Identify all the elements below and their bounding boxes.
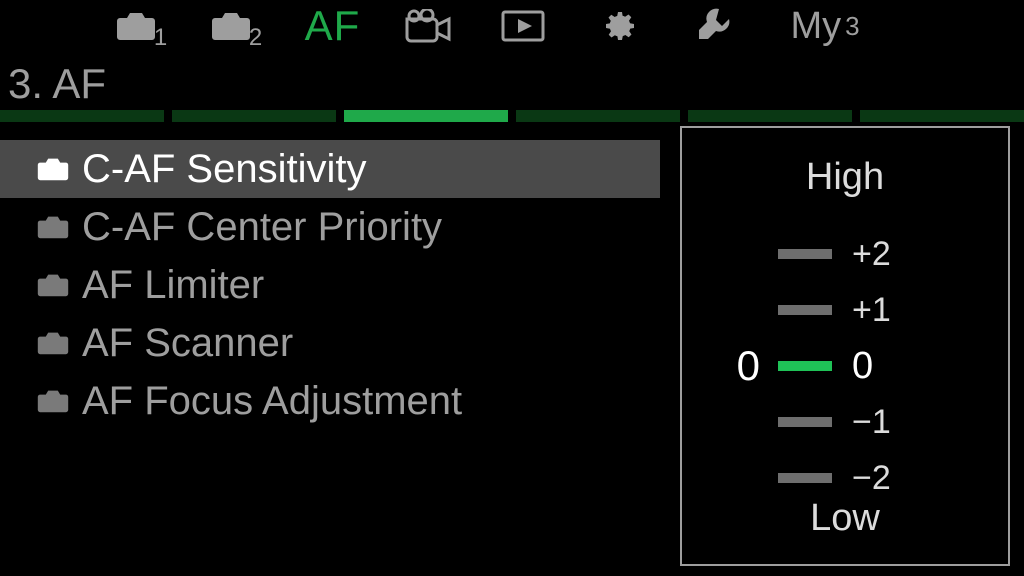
menu-item-label: AF Limiter [82,263,264,308]
menu-item-label: AF Scanner [82,321,293,366]
menu-item-af-scanner[interactable]: AF Scanner [0,314,660,372]
camera-icon [34,389,72,413]
menu-item-af-focus-adjustment[interactable]: AF Focus Adjustment [0,372,660,430]
wrench-icon [696,6,730,46]
scale-tick [778,361,832,371]
tab-video[interactable] [380,0,475,52]
scale-high-label: High [682,156,1008,199]
scale-tick [778,417,832,427]
tab-camera-1[interactable]: 1 [95,0,190,52]
playback-icon [501,10,545,42]
tab-my-index: 3 [845,11,859,42]
menu-item-caf-sensitivity[interactable]: C-AF Sensitivity [0,140,660,198]
value-panel: High +2 +1 00 −1 −2 Low [680,126,1010,566]
scale-low-label: Low [682,497,1008,540]
tab-camera-2[interactable]: 2 [190,0,285,52]
strip-segment[interactable] [0,110,164,122]
tab-camera-1-index: 1 [154,24,167,52]
tab-af[interactable]: AF [285,0,380,52]
scale-row[interactable]: −1 [682,394,1008,450]
strip-segment[interactable] [344,110,508,122]
scale-value: +1 [832,291,1008,330]
current-value: 0 [682,342,778,390]
camera-icon [34,157,72,181]
scale-row[interactable]: +2 [682,226,1008,282]
tab-camera-2-index: 2 [249,24,262,52]
menu-item-label: C-AF Center Priority [82,205,442,250]
tab-playback[interactable] [475,0,570,52]
tab-my-menu[interactable]: My3 [760,0,890,52]
scale-row[interactable]: 00 [682,338,1008,394]
tab-tools[interactable] [665,0,760,52]
menu-item-label: C-AF Sensitivity [82,147,367,192]
sensitivity-scale[interactable]: +2 +1 00 −1 −2 [682,226,1008,506]
menu-item-caf-center-priority[interactable]: C-AF Center Priority [0,198,660,256]
scale-value: −2 [832,459,1008,498]
tab-my-label: My [790,5,841,48]
gear-icon [598,6,638,46]
top-tab-bar: 1 2 AF My3 [0,0,1024,52]
camera-icon [34,331,72,355]
menu-list: C-AF Sensitivity C-AF Center Priority AF… [0,140,660,430]
strip-segment[interactable] [516,110,680,122]
section-title: 3. AF [8,60,106,108]
strip-segment[interactable] [688,110,852,122]
strip-segment[interactable] [172,110,336,122]
scale-tick [778,473,832,483]
page-strip [0,110,1024,122]
video-icon [404,9,452,43]
menu-item-label: AF Focus Adjustment [82,379,462,424]
menu-item-af-limiter[interactable]: AF Limiter [0,256,660,314]
scale-row[interactable]: +1 [682,282,1008,338]
scale-value: +2 [832,235,1008,274]
tab-settings[interactable] [570,0,665,52]
scale-value: 0 [832,345,1008,388]
camera-icon [34,215,72,239]
camera-icon [116,11,156,41]
camera-icon [34,273,72,297]
scale-tick [778,249,832,259]
scale-value: −1 [832,403,1008,442]
strip-segment[interactable] [860,110,1024,122]
scale-tick [778,305,832,315]
camera-icon [211,11,251,41]
